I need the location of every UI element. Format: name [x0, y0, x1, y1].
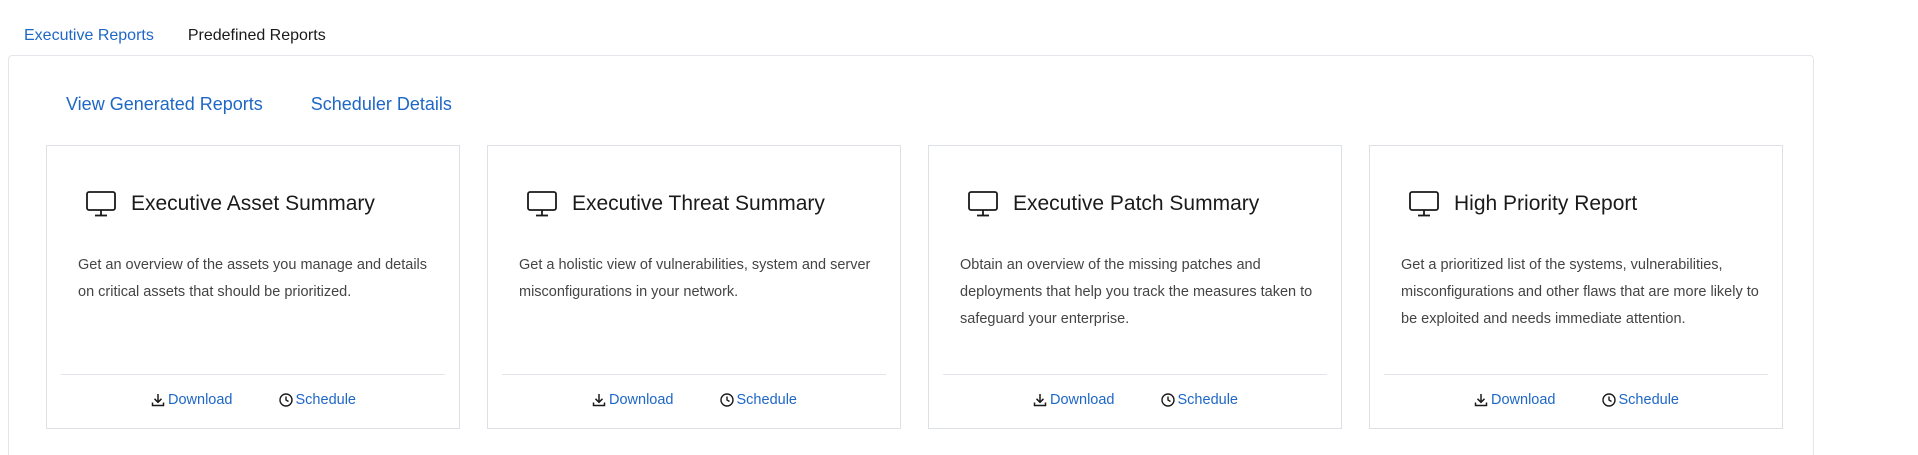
- card-actions: Download Schedule: [47, 391, 459, 409]
- clock-icon: [719, 392, 735, 408]
- tab-predefined-reports[interactable]: Predefined Reports: [188, 18, 326, 57]
- clock-icon: [1601, 392, 1617, 408]
- card-description: Obtain an overview of the missing patche…: [960, 257, 1313, 327]
- download-icon: [1473, 392, 1489, 408]
- download-icon: [1032, 392, 1048, 408]
- schedule-label: Schedule: [295, 392, 356, 408]
- clock-icon: [1160, 392, 1176, 408]
- card-title: Executive Asset Summary: [131, 192, 375, 215]
- monitor-icon: [526, 190, 558, 218]
- schedule-label: Schedule: [1177, 392, 1238, 408]
- download-button[interactable]: Download: [150, 391, 233, 409]
- card-actions: Download Schedule: [1370, 391, 1782, 409]
- schedule-button[interactable]: Schedule: [278, 391, 356, 409]
- card-header: High Priority Report: [1408, 190, 1637, 218]
- tab-executive-reports[interactable]: Executive Reports: [24, 18, 154, 57]
- card-header: Executive Asset Summary: [85, 190, 375, 218]
- card-description: Get an overview of the assets you manage…: [78, 257, 428, 300]
- report-tabs: Executive Reports Predefined Reports: [24, 18, 326, 57]
- card-divider: [1384, 374, 1768, 375]
- scheduler-details-link[interactable]: Scheduler Details: [311, 92, 452, 116]
- card-title: Executive Threat Summary: [572, 192, 825, 215]
- card-divider: [502, 374, 886, 375]
- download-label: Download: [1050, 392, 1115, 408]
- monitor-icon: [1408, 190, 1440, 218]
- schedule-button[interactable]: Schedule: [1160, 391, 1238, 409]
- download-label: Download: [609, 392, 674, 408]
- card-actions: Download Schedule: [929, 391, 1341, 409]
- schedule-label: Schedule: [736, 392, 797, 408]
- monitor-icon: [967, 190, 999, 218]
- schedule-button[interactable]: Schedule: [719, 391, 797, 409]
- report-card-high-priority-report: High Priority Report Get a prioritized l…: [1369, 145, 1783, 429]
- card-actions: Download Schedule: [488, 391, 900, 409]
- download-button[interactable]: Download: [591, 391, 674, 409]
- download-label: Download: [168, 392, 233, 408]
- download-icon: [150, 392, 166, 408]
- clock-icon: [278, 392, 294, 408]
- download-icon: [591, 392, 607, 408]
- report-card-executive-asset-summary: Executive Asset Summary Get an overview …: [46, 145, 460, 429]
- report-cards: Executive Asset Summary Get an overview …: [46, 145, 1783, 429]
- card-title: High Priority Report: [1454, 192, 1638, 215]
- download-label: Download: [1491, 392, 1556, 408]
- card-divider: [61, 374, 445, 375]
- card-header: Executive Threat Summary: [526, 190, 825, 218]
- report-card-executive-threat-summary: Executive Threat Summary Get a holistic …: [487, 145, 901, 429]
- card-description: Get a holistic view of vulnerabilities, …: [519, 257, 871, 300]
- card-description: Get a prioritized list of the systems, v…: [1401, 257, 1759, 327]
- download-button[interactable]: Download: [1473, 391, 1556, 409]
- schedule-button[interactable]: Schedule: [1601, 391, 1679, 409]
- view-generated-reports-link[interactable]: View Generated Reports: [66, 92, 263, 116]
- card-title: Executive Patch Summary: [1013, 192, 1260, 215]
- card-header: Executive Patch Summary: [967, 190, 1259, 218]
- card-divider: [943, 374, 1327, 375]
- report-links: View Generated Reports Scheduler Details: [66, 92, 452, 116]
- monitor-icon: [85, 190, 117, 218]
- schedule-label: Schedule: [1618, 392, 1679, 408]
- download-button[interactable]: Download: [1032, 391, 1115, 409]
- report-card-executive-patch-summary: Executive Patch Summary Obtain an overvi…: [928, 145, 1342, 429]
